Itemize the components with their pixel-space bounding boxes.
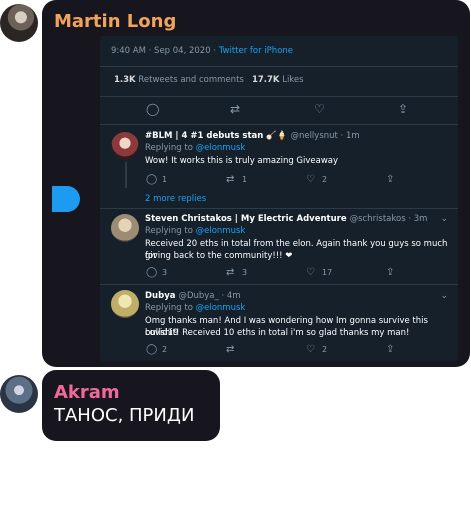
likes-count: 17.7K	[251, 75, 280, 85]
reply-indicator[interactable]	[52, 186, 80, 212]
tweet-meta: 9:40 AM · Sep 04, 2020 · Twitter for iPh…	[111, 46, 293, 56]
tweet-screenshot-image: 9:40 AM · Sep 04, 2020 · Twitter for iPh…	[100, 36, 458, 361]
likes-label: Likes	[282, 75, 304, 85]
reply-avatar	[111, 132, 139, 160]
reply-author: Steven Christakos | My Electric Adventur…	[145, 214, 427, 224]
reply-author: Dubya @Dubya_ · 4m	[145, 291, 241, 301]
replying-to: Replying to @elonmusk	[145, 303, 245, 313]
like-count: 17	[322, 268, 333, 277]
replying-prefix: Replying to	[145, 143, 196, 153]
chevron-down-icon: ⌄	[440, 214, 448, 224]
replying-prefix: Replying to	[145, 226, 196, 236]
reply-handle: @Dubya_ · 4m	[178, 291, 241, 301]
sender-name[interactable]: Martin Long	[54, 11, 176, 32]
tweet-stats: 1.3K Retweets and comments 17.7K Likes	[114, 75, 304, 85]
reply-count: 1	[162, 175, 168, 184]
reply-count: 2	[162, 345, 168, 354]
like-count: 2	[322, 345, 328, 354]
tweet-source: Twitter for iPhone	[218, 46, 294, 56]
retweets-count: 1.3K	[114, 75, 136, 85]
more-replies-link: 2 more replies	[145, 194, 207, 204]
divider	[100, 66, 458, 67]
like-count: 2	[322, 175, 328, 184]
reply-name: Steven Christakos | My Electric Adventur…	[145, 214, 347, 224]
reply-text: Wow! It works this is truly amazing Give…	[145, 156, 339, 166]
sender-name[interactable]: Akram	[54, 382, 120, 403]
replying-to: Replying to @elonmusk	[145, 143, 245, 153]
avatar-martin-long[interactable]	[0, 4, 38, 42]
share-icon: ⇪	[386, 174, 395, 185]
replying-handle: @elonmusk	[195, 303, 246, 313]
replying-to: Replying to @elonmusk	[145, 226, 245, 236]
reply-icon: ◯	[146, 267, 158, 278]
reply-icon: ◯	[146, 344, 158, 355]
message-text: ТАНОС, ПРИДИ	[54, 405, 195, 426]
heart-icon: ♡	[314, 102, 325, 116]
divider	[100, 284, 458, 285]
retweets-label: Retweets and comments	[138, 75, 244, 85]
retweet-icon: ⇄	[226, 267, 235, 278]
reply-handle: @nellysnut · 1m	[290, 131, 360, 141]
divider	[100, 124, 458, 125]
retweet-count: 3	[242, 268, 248, 277]
reply-avatar	[111, 290, 139, 318]
heart-icon: ♡	[306, 174, 315, 185]
reply-avatar	[111, 214, 139, 242]
reply-author: #BLM | 4 #1 debuts stan 🪕🍦 @nellysnut · …	[145, 131, 360, 141]
retweet-icon: ⇄	[230, 102, 241, 116]
reply-count: 3	[162, 268, 168, 277]
share-icon: ⇪	[386, 344, 395, 355]
reply-handle: @schristakos · 3m	[349, 214, 428, 224]
heart-icon: ♡	[306, 344, 315, 355]
retweet-icon: ⇄	[226, 344, 235, 355]
replying-prefix: Replying to	[145, 303, 196, 313]
reply-icon: ◯	[146, 174, 158, 185]
reply-text-line2: bullshit! Received 10 eths in total i'm …	[145, 328, 410, 338]
reply-name: Dubya	[145, 291, 176, 301]
divider	[100, 208, 458, 209]
retweet-icon: ⇄	[226, 174, 235, 185]
reply-icon: ◯	[146, 102, 160, 116]
divider	[100, 96, 458, 97]
tweet-time: 9:40 AM · Sep 04, 2020 ·	[111, 46, 219, 56]
share-icon: ⇪	[398, 102, 409, 116]
replying-handle: @elonmusk	[195, 143, 246, 153]
heart-icon: ♡	[306, 267, 315, 278]
thread-line	[125, 162, 127, 188]
avatar-akram[interactable]	[0, 375, 38, 413]
reply-text-line2: giving back to the community!!! ❤	[145, 251, 293, 261]
chevron-down-icon: ⌄	[440, 291, 448, 301]
retweet-count: 1	[242, 175, 248, 184]
reply-name: #BLM | 4 #1 debuts stan 🪕🍦	[145, 131, 288, 141]
share-icon: ⇪	[386, 267, 395, 278]
replying-handle: @elonmusk	[195, 226, 246, 236]
